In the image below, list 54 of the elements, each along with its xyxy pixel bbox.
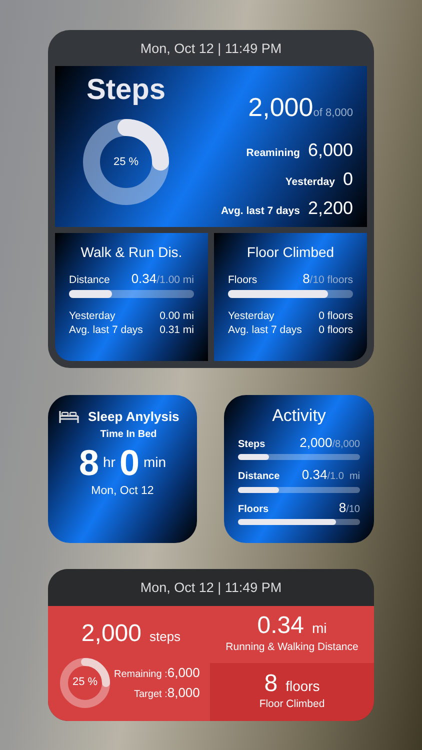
bar-label: Steps <box>238 438 266 452</box>
activity-title: Activity <box>271 405 327 428</box>
bar-label: Floors <box>238 502 269 517</box>
bar-label: Distance <box>238 470 280 484</box>
panel-title: Walk & Run Dis. <box>80 243 184 262</box>
distance-value: 0.34 <box>257 613 304 640</box>
floors-caption: Floor Climbed <box>259 697 325 712</box>
bar-value: 0.34/1.0 mi <box>302 466 360 484</box>
stat-value: 8,000 <box>167 684 200 702</box>
bar-value: 2,000/8,000 <box>300 434 360 452</box>
bar-value: 8/10 <box>338 498 360 517</box>
steps-goal: of 8,000 <box>313 106 353 122</box>
ring-label: 25 % <box>72 676 98 689</box>
steps-title: Steps <box>86 76 166 106</box>
bar-value: 8/10 floors <box>302 271 353 288</box>
widget-header: Mon, Oct 12 | 11:49 PM <box>139 40 283 58</box>
stat-label: Avg. last 7 days <box>228 324 302 338</box>
stat-label: Avg. last 7 days <box>69 324 143 338</box>
stat-label: Remaining : <box>114 668 168 682</box>
stat-label: Yesterday <box>285 175 335 190</box>
hours-unit: hr <box>102 454 116 470</box>
floors-unit: floors <box>286 676 320 696</box>
distance-unit: mi <box>312 619 327 638</box>
stat-label: Avg. last 7 days <box>220 204 300 220</box>
stat-value: 0.00 mi <box>160 310 194 324</box>
stat-value: 6,000 <box>308 139 353 162</box>
stat-value: 0 <box>342 168 353 192</box>
stat-value: 2,200 <box>308 197 353 220</box>
bed-icon <box>58 410 80 424</box>
panel-title: Floor Climbed <box>246 243 336 262</box>
steps-value: 2,000 <box>248 91 314 124</box>
widget-header: Mon, Oct 12 | 11:49 PM <box>48 569 374 606</box>
sleep-minutes: 0 <box>119 442 140 484</box>
sleep-title: Sleep Anylysis <box>88 408 180 426</box>
steps-value: 2,000 <box>81 618 142 648</box>
stat-label: Yesterday <box>228 310 274 324</box>
floors-value: 8 <box>264 670 278 698</box>
stat-label: Reamining <box>246 146 300 162</box>
sleep-date: Mon, Oct 12 <box>90 484 155 500</box>
ring-label: 25 % <box>113 156 139 168</box>
stat-value: 0 floors <box>318 324 353 338</box>
bar-label: Floors <box>228 274 258 288</box>
stat-label: Yesterday <box>69 310 116 324</box>
stat-value: 0 floors <box>318 310 353 324</box>
distance-caption: Running & Walking Distance <box>226 640 358 655</box>
stat-value: 0.31 mi <box>160 324 194 338</box>
stat-label: Target : <box>134 688 168 702</box>
steps-unit: steps <box>149 628 181 646</box>
bar-label: Distance <box>69 274 110 288</box>
stat-value: 6,000 <box>167 664 200 682</box>
minutes-unit: min <box>143 454 166 470</box>
sleep-hours: 8 <box>78 442 99 484</box>
bar-value: 0.34/1.00 mi <box>131 271 194 288</box>
sleep-subtitle: Time In Bed <box>99 428 158 442</box>
